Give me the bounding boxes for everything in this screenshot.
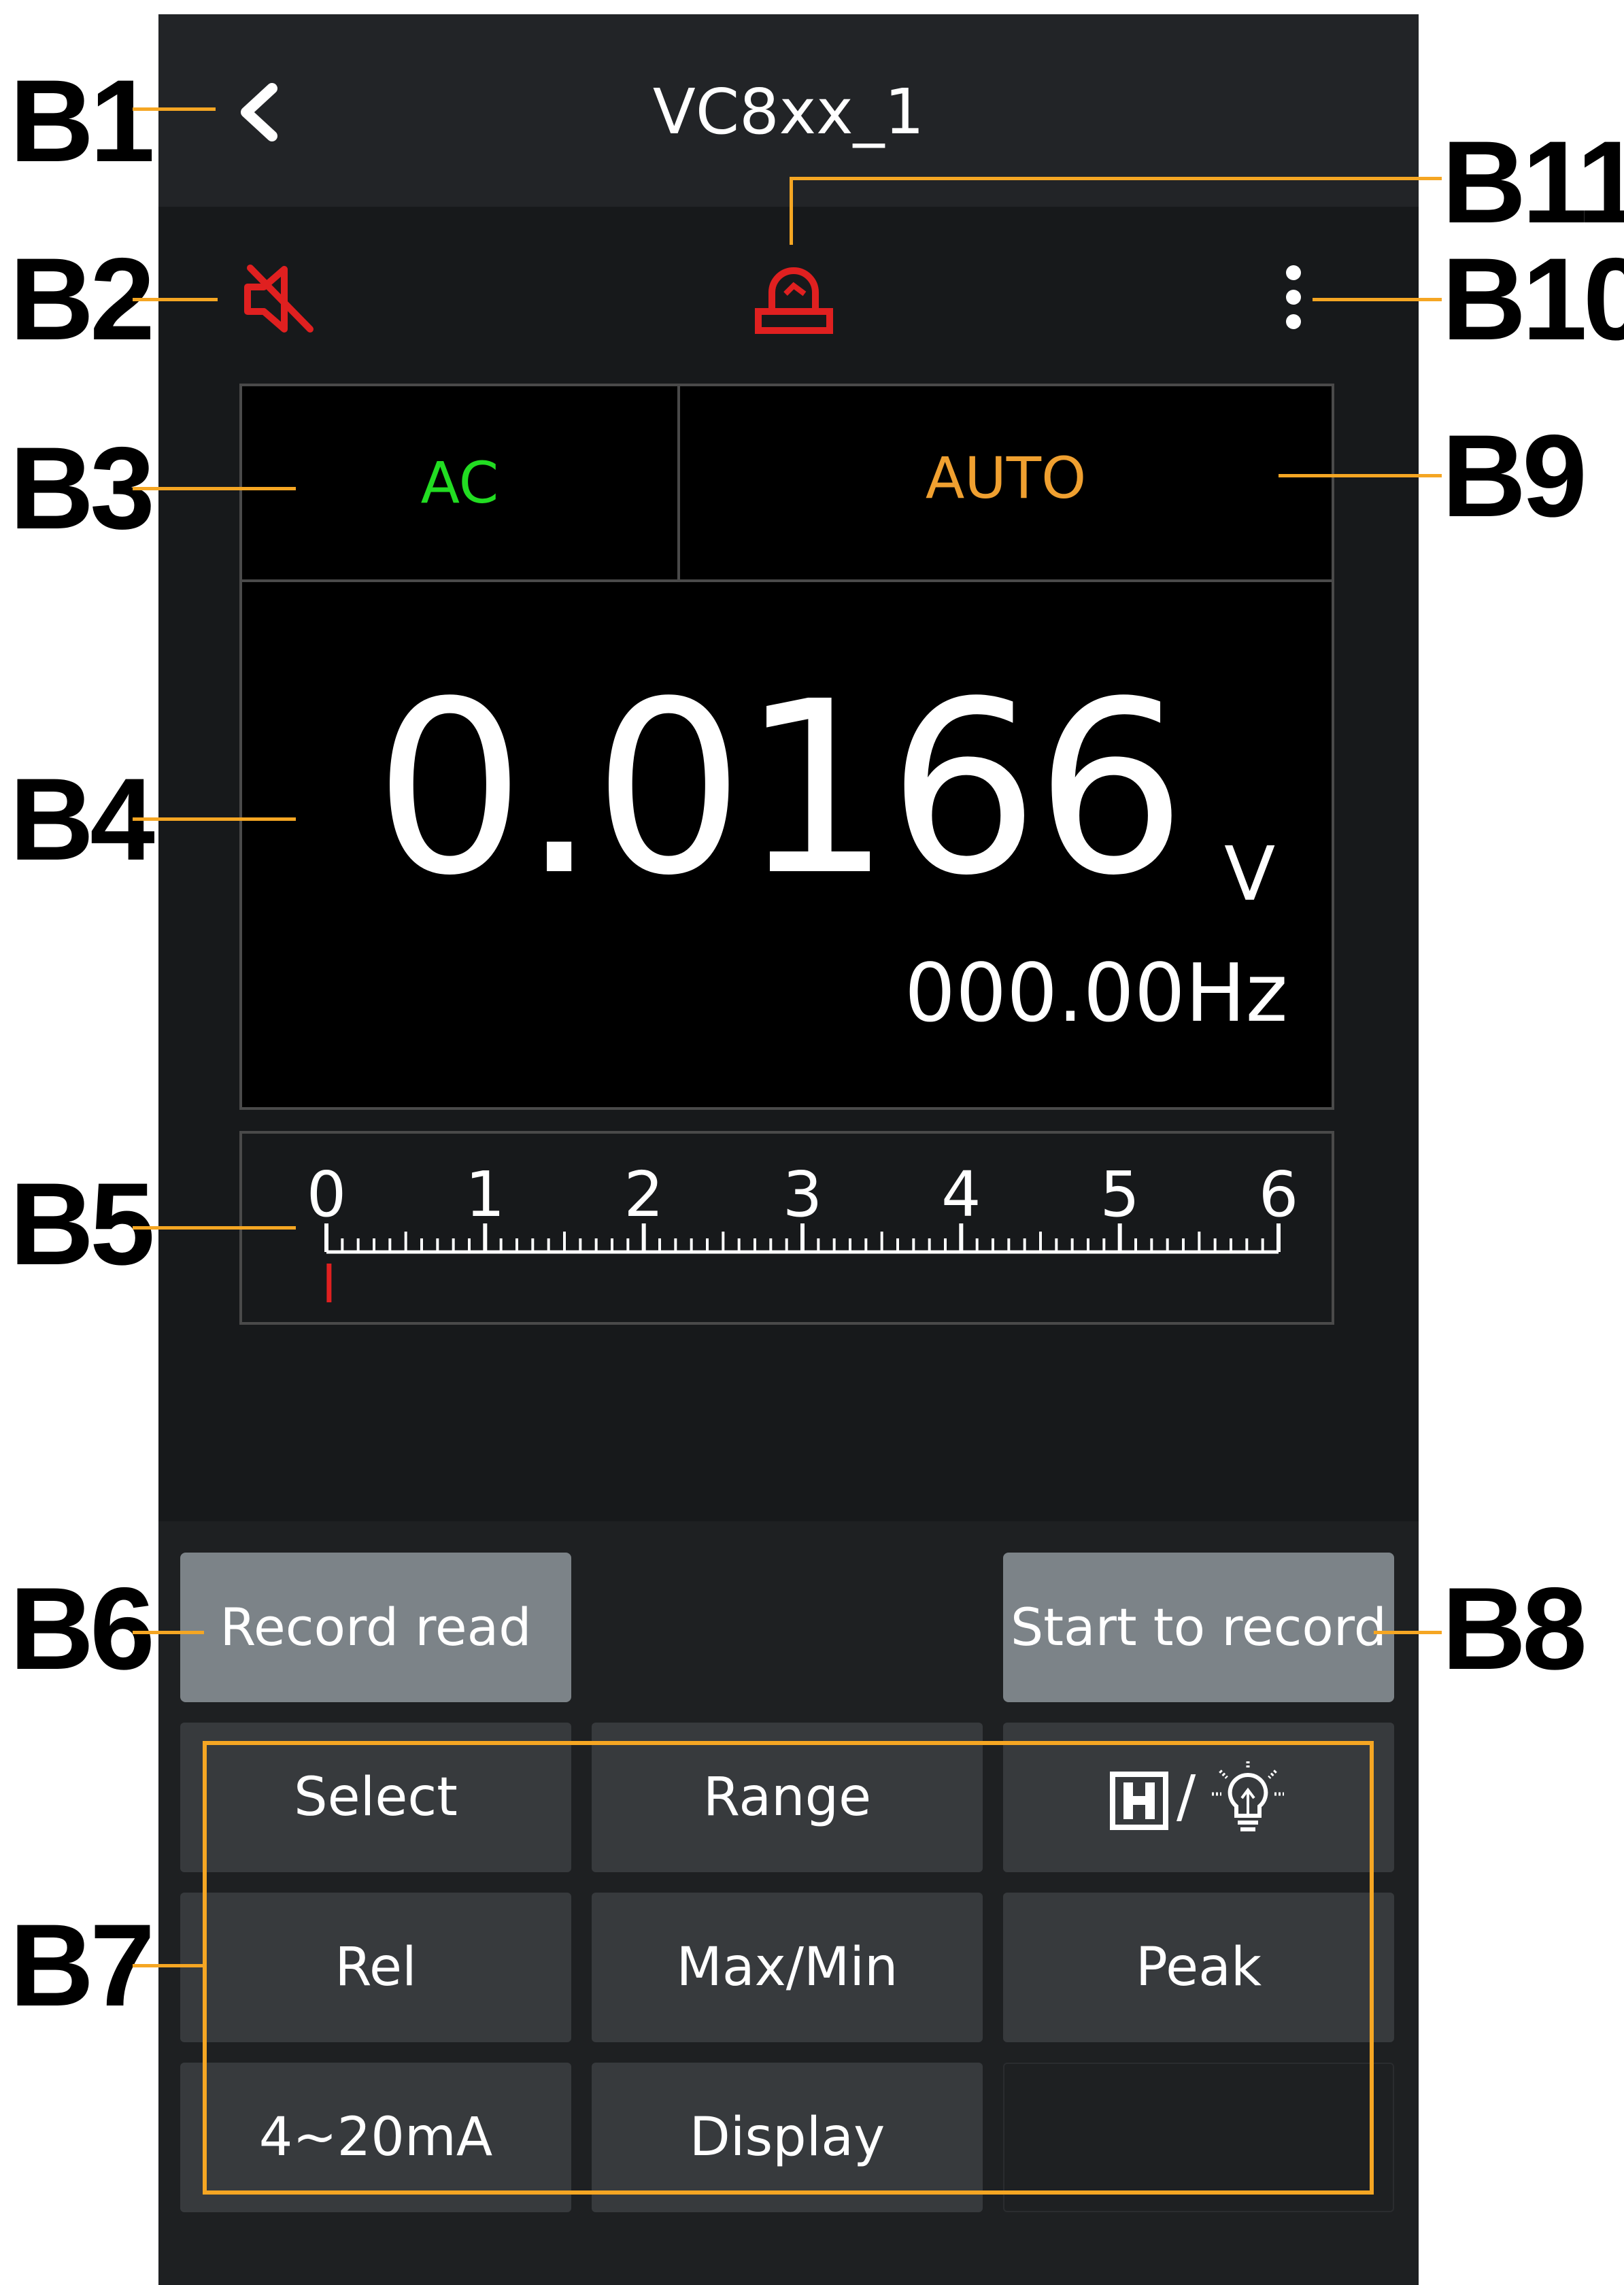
callout-b11: B11: [1442, 117, 1624, 248]
leader-b6: [133, 1631, 204, 1634]
leader-b5: [133, 1226, 296, 1230]
acdc-mode: AC: [420, 450, 499, 516]
leader-b7: [133, 1964, 204, 1967]
scale-label: 6: [1259, 1158, 1299, 1231]
callout-b9: B9: [1442, 411, 1587, 541]
leader-b10: [1313, 298, 1442, 301]
leader-b11-v: [790, 177, 793, 245]
record-read-button[interactable]: Record read: [180, 1553, 571, 1702]
range-box: AUTO: [677, 384, 1334, 582]
mode-box: AC: [239, 384, 680, 582]
callout-b10: B10: [1442, 234, 1624, 365]
callout-b5: B5: [10, 1159, 155, 1289]
reading-unit: V: [1224, 830, 1276, 917]
mute-button[interactable]: [238, 258, 320, 340]
leader-b3: [133, 487, 296, 490]
scale-label: 4: [941, 1158, 981, 1231]
callout-b7: B7: [10, 1900, 155, 2031]
range-mode: AUTO: [925, 445, 1087, 511]
callout-b1: B1: [10, 56, 155, 186]
analog-scale: 0 1 2 3 4 5 6: [307, 1158, 1299, 1302]
reading-value: 0.0166: [374, 650, 1187, 928]
scale-label: 3: [783, 1158, 823, 1231]
scale-label: 5: [1100, 1158, 1140, 1231]
leader-b1: [133, 107, 216, 111]
start-record-button[interactable]: Start to record: [1003, 1553, 1394, 1702]
function-group-frame: [203, 1741, 1374, 2195]
alarm-indicator[interactable]: [751, 258, 836, 337]
callout-b3: B3: [10, 423, 155, 554]
scale-label: 0: [307, 1158, 347, 1231]
more-menu-button[interactable]: [1275, 262, 1313, 333]
callout-b4: B4: [10, 754, 155, 885]
callout-b6: B6: [10, 1563, 155, 1694]
leader-b9: [1279, 474, 1442, 477]
more-vertical-icon: [1286, 265, 1301, 329]
callout-b2: B2: [10, 234, 155, 365]
scale-label: 1: [465, 1158, 505, 1231]
device-title: VC8xx_1: [652, 75, 925, 148]
scale-label: 2: [624, 1158, 664, 1231]
alarm-light-icon: [755, 267, 833, 334]
leader-b8: [1374, 1631, 1442, 1634]
leader-b4: [133, 817, 296, 821]
callout-b8: B8: [1442, 1563, 1587, 1694]
leader-b2: [133, 298, 218, 301]
leader-b11-h: [791, 177, 1442, 180]
speaker-muted-icon: [244, 265, 314, 333]
frequency-value: 000.00Hz: [904, 946, 1288, 1040]
